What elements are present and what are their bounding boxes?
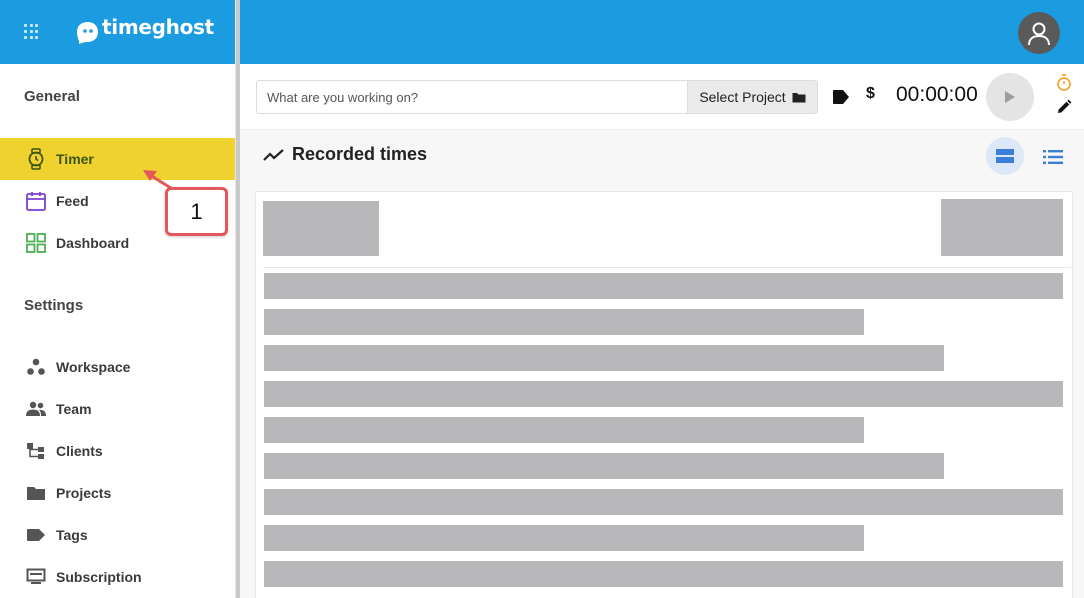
sidebar-item-label: Team [56, 401, 92, 417]
edit-pencil-icon[interactable] [1056, 99, 1072, 115]
grid-icon [24, 231, 48, 255]
skeleton-row [264, 381, 1063, 407]
sidebar-header: timeghost [0, 0, 235, 64]
tag-icon [24, 523, 48, 547]
sidebar-item-label: Projects [56, 485, 112, 501]
sidebar-item-team[interactable]: Team [0, 388, 235, 430]
workspace-icon [24, 355, 48, 379]
recorded-times-title: Recorded times [292, 144, 428, 164]
sidebar-item-label: Tags [56, 527, 88, 543]
skeleton-placeholder [941, 199, 1063, 256]
clients-icon [24, 439, 48, 463]
user-avatar[interactable] [1018, 12, 1060, 54]
skeleton-row [264, 309, 864, 335]
skeleton-row [264, 273, 1063, 299]
sidebar-item-label: Dashboard [56, 235, 130, 251]
ghost-logo-icon [77, 22, 98, 44]
subscription-icon [24, 565, 48, 589]
calendar-icon [24, 189, 48, 213]
team-icon [24, 397, 48, 421]
sidebar-item-workspace[interactable]: Workspace [0, 346, 235, 388]
sidebar-item-projects[interactable]: Projects [0, 472, 235, 514]
skeleton-placeholder [263, 201, 379, 256]
sidebar-item-subscription[interactable]: Subscription [0, 556, 235, 598]
sidebar-item-label: Subscription [56, 569, 142, 585]
skeleton-row [264, 417, 864, 443]
section-general-title: General [24, 88, 80, 105]
recorded-times-panel [255, 191, 1073, 598]
billable-toggle[interactable]: $ [866, 85, 875, 103]
select-project-button[interactable]: Select Project [687, 80, 818, 114]
skeleton-row [264, 345, 944, 371]
timer-bar: Select Project $ 00:00:00 [240, 64, 1084, 130]
sidebar-item-label: Workspace [56, 359, 131, 375]
section-settings-title: Settings [24, 297, 84, 314]
skeleton-row [264, 489, 1063, 515]
card-view-toggle[interactable] [986, 137, 1024, 175]
timer-display: 00:00:00 [896, 83, 978, 106]
sidebar-item-timer[interactable]: Timer [0, 138, 235, 180]
select-project-label: Select Project [699, 89, 786, 105]
skeleton-row [264, 561, 1063, 587]
top-bar [240, 0, 1084, 64]
folder-icon [792, 92, 806, 102]
sidebar-item-label: Clients [56, 443, 103, 459]
sidebar-item-label: Feed [56, 193, 89, 209]
apps-grid-icon[interactable] [24, 24, 40, 40]
sidebar-item-label: Timer [56, 151, 94, 167]
list-view-icon[interactable] [1043, 150, 1063, 164]
watch-icon [24, 147, 48, 171]
user-icon [1028, 22, 1050, 46]
skeleton-row [264, 525, 864, 551]
stopwatch-icon[interactable] [1056, 74, 1072, 92]
sidebar: timeghost General Timer Feed Dashboard S… [0, 0, 236, 598]
play-icon [1005, 91, 1015, 103]
app-logo[interactable]: timeghost [74, 15, 214, 45]
trending-up-icon [263, 148, 284, 161]
start-timer-button[interactable] [986, 73, 1034, 121]
logo-text: timeghost [102, 15, 214, 39]
task-description-input[interactable] [256, 80, 688, 114]
view-stream-icon [996, 149, 1014, 163]
skeleton-row [264, 453, 944, 479]
folder-icon [24, 481, 48, 505]
sidebar-item-tags[interactable]: Tags [0, 514, 235, 556]
annotation-callout: 1 [165, 187, 228, 236]
tag-icon[interactable] [832, 89, 850, 105]
recorded-times-header: Recorded times [262, 144, 427, 165]
panel-divider [263, 267, 1071, 268]
sidebar-item-clients[interactable]: Clients [0, 430, 235, 472]
